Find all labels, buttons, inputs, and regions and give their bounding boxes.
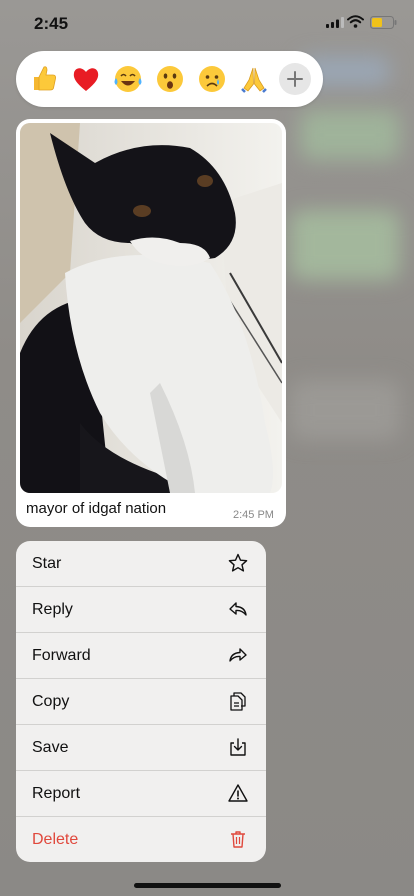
- wifi-icon: [347, 15, 364, 28]
- more-reactions-button[interactable]: [279, 63, 311, 95]
- menu-item-label: Star: [32, 555, 62, 572]
- plus-icon: [287, 71, 303, 87]
- warning-icon: [228, 784, 248, 802]
- tears-of-joy-emoji[interactable]: [113, 64, 143, 94]
- save-icon: [230, 738, 246, 756]
- blurred-bubble: [300, 110, 400, 160]
- menu-item-copy[interactable]: Copy: [16, 679, 266, 725]
- red-heart-emoji[interactable]: [71, 64, 101, 94]
- message-bubble[interactable]: mayor of idgaf nation 2:45 PM: [16, 119, 286, 527]
- menu-item-delete[interactable]: Delete: [16, 817, 266, 862]
- menu-item-label: Save: [32, 739, 69, 756]
- message-timestamp: 2:45 PM: [233, 509, 274, 521]
- status-bar: 2:45: [0, 0, 414, 48]
- crying-emoji[interactable]: [197, 64, 227, 94]
- cellular-signal-icon: [326, 17, 344, 28]
- menu-item-label: Forward: [32, 647, 91, 664]
- status-time: 2:45: [34, 14, 69, 33]
- forward-icon: [229, 648, 247, 662]
- battery-icon: [370, 16, 397, 29]
- message-caption: mayor of idgaf nation: [26, 500, 167, 517]
- menu-item-star[interactable]: Star: [16, 541, 266, 587]
- home-indicator[interactable]: [134, 883, 281, 888]
- blurred-bubble: [290, 210, 400, 280]
- menu-item-label: Reply: [32, 601, 73, 618]
- folded-hands-emoji[interactable]: [239, 64, 269, 94]
- menu-item-save[interactable]: Save: [16, 725, 266, 771]
- menu-item-report[interactable]: Report: [16, 771, 266, 817]
- context-menu: Star Reply Forward Copy Save Report Dele…: [16, 541, 266, 862]
- menu-item-label: Report: [32, 785, 81, 802]
- menu-item-forward[interactable]: Forward: [16, 633, 266, 679]
- menu-item-label: Delete: [32, 831, 79, 848]
- blurred-bubble: [290, 380, 400, 440]
- trash-icon: [231, 831, 245, 848]
- reply-icon: [229, 602, 247, 616]
- message-photo[interactable]: [20, 123, 282, 493]
- cat-photo-image: [20, 123, 282, 493]
- copy-icon: [230, 692, 246, 711]
- surprised-emoji[interactable]: [155, 64, 185, 94]
- reaction-bar: [16, 51, 323, 107]
- star-icon: [228, 553, 248, 572]
- thumbs-up-emoji[interactable]: [28, 64, 58, 94]
- menu-item-label: Copy: [32, 693, 70, 710]
- menu-item-reply[interactable]: Reply: [16, 587, 266, 633]
